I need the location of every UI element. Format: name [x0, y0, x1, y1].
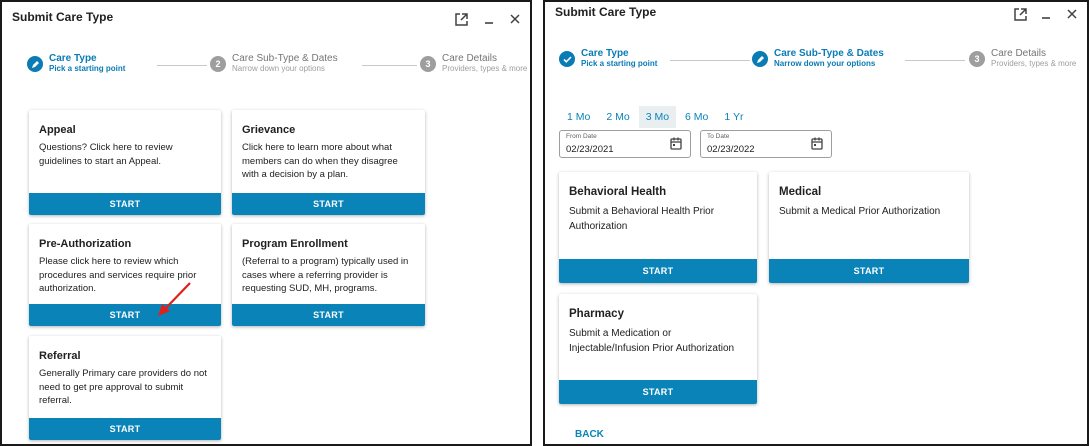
dialog-titlebar: Submit Care Type	[2, 2, 530, 36]
start-button[interactable]: START	[232, 304, 425, 326]
card-medical: Medical Submit a Medical Prior Authoriza…	[769, 172, 969, 283]
range-tab-3mo[interactable]: 3 Mo	[638, 106, 677, 128]
step-connector	[362, 65, 417, 66]
range-tab-6mo[interactable]: 6 Mo	[678, 106, 715, 128]
date-range-tabs: 1 Mo 2 Mo 3 Mo 6 Mo 1 Yr	[560, 106, 752, 128]
card-title: Behavioral Health	[569, 186, 667, 198]
card-referral: Referral Generally Primary care provider…	[29, 336, 221, 440]
step-care-details: 3 Care Details Providers, types & more	[969, 48, 1077, 68]
card-behavioral-health: Behavioral Health Submit a Behavioral He…	[559, 172, 757, 283]
card-program-enrollment: Program Enrollment (Referral to a progra…	[232, 224, 425, 326]
card-title: Pre-Authorization	[39, 238, 132, 250]
step-sub: Pick a starting point	[49, 63, 126, 73]
card-description[interactable]: (Referral to a program) typically used i…	[242, 255, 415, 296]
step-connector	[905, 60, 965, 61]
step-care-subtype: 2 Care Sub-Type & Dates Narrow down your …	[210, 53, 338, 73]
step-number: 3	[420, 56, 436, 72]
back-button[interactable]: BACK	[575, 429, 604, 440]
step-label: Care Details	[991, 48, 1047, 59]
dialog-titlebar: Submit Care Type	[545, 2, 1087, 36]
card-title: Grievance	[242, 124, 296, 136]
card-title: Pharmacy	[569, 308, 624, 320]
card-description[interactable]: Click here to learn more about what memb…	[242, 141, 415, 182]
step-label: Care Details	[442, 53, 498, 64]
card-title: Appeal	[39, 124, 76, 136]
popout-icon[interactable]	[450, 8, 472, 30]
step-label: Care Type	[49, 53, 97, 64]
from-date-value: 02/23/2021	[566, 144, 614, 155]
annotation-arrow-icon	[158, 282, 191, 316]
card-title: Medical	[779, 186, 822, 198]
step-label: Care Sub-Type & Dates	[774, 48, 884, 59]
step-care-details: 3 Care Details Providers, types & more	[420, 53, 528, 73]
range-tab-1mo[interactable]: 1 Mo	[560, 106, 597, 128]
step-care-type: Care Type Pick a starting point	[27, 53, 126, 73]
card-description[interactable]: Generally Primary care providers do not …	[39, 367, 211, 408]
submit-care-type-dialog-step2: Submit Care Type Care Type Pick a startin…	[543, 0, 1089, 446]
pencil-icon	[752, 51, 768, 67]
step-connector	[157, 65, 207, 66]
check-icon	[559, 51, 575, 67]
card-description: Submit a Medication or Injectable/Infusi…	[569, 328, 735, 354]
dialog-title: Submit Care Type	[555, 5, 657, 19]
step-label: Care Type	[581, 48, 629, 59]
card-title: Program Enrollment	[242, 238, 348, 250]
minimize-icon[interactable]	[478, 8, 500, 30]
start-button[interactable]: START	[559, 259, 757, 283]
to-date-value: 02/23/2022	[707, 144, 755, 155]
card-appeal: Appeal Questions? Click here to review g…	[29, 110, 221, 215]
step-number: 2	[210, 56, 226, 72]
dialog-title: Submit Care Type	[12, 10, 114, 24]
submit-care-type-dialog-step1: Submit Care Type Care Type Pick a startin…	[0, 0, 532, 446]
step-connector	[670, 60, 750, 61]
minimize-icon[interactable]	[1035, 3, 1057, 25]
range-tab-2mo[interactable]: 2 Mo	[599, 106, 636, 128]
start-button[interactable]: START	[29, 418, 221, 440]
from-date-field[interactable]: From Date 02/23/2021	[559, 130, 691, 158]
step-sub: Narrow down your options	[774, 58, 876, 68]
start-button[interactable]: START	[29, 193, 221, 215]
close-icon[interactable]	[504, 8, 526, 30]
calendar-icon[interactable]	[670, 137, 682, 150]
popout-icon[interactable]	[1009, 3, 1031, 25]
to-date-label: To Date	[707, 133, 730, 140]
step-sub: Providers, types & more	[442, 63, 528, 73]
step-number: 3	[969, 51, 985, 67]
card-description[interactable]: Questions? Click here to review guidelin…	[39, 141, 211, 168]
card-pharmacy: Pharmacy Submit a Medication or Injectab…	[559, 294, 757, 404]
close-icon[interactable]	[1061, 3, 1083, 25]
from-date-label: From Date	[566, 133, 597, 140]
calendar-icon[interactable]	[811, 137, 823, 150]
step-label: Care Sub-Type & Dates	[232, 53, 338, 64]
stepper: Care Type Pick a starting point 2 Care Su…	[2, 53, 530, 80]
step-sub: Pick a starting point	[581, 58, 658, 68]
step-care-type: Care Type Pick a starting point	[559, 48, 658, 68]
to-date-field[interactable]: To Date 02/23/2022	[700, 130, 832, 158]
stepper: Care Type Pick a starting point Care Sub-…	[545, 48, 1087, 75]
card-description: Submit a Medical Prior Authorization	[779, 206, 941, 217]
card-grievance: Grievance Click here to learn more about…	[232, 110, 425, 215]
step-sub: Providers, types & more	[991, 58, 1077, 68]
start-button[interactable]: START	[232, 193, 425, 215]
pencil-icon	[27, 56, 43, 72]
step-sub: Narrow down your options	[232, 63, 325, 73]
start-button[interactable]: START	[559, 380, 757, 404]
step-care-subtype: Care Sub-Type & Dates Narrow down your op…	[752, 48, 884, 68]
card-title: Referral	[39, 350, 81, 362]
range-tab-1yr[interactable]: 1 Yr	[717, 106, 750, 128]
start-button[interactable]: START	[769, 259, 969, 283]
card-description: Submit a Behavioral Health Prior Authori…	[569, 206, 715, 232]
